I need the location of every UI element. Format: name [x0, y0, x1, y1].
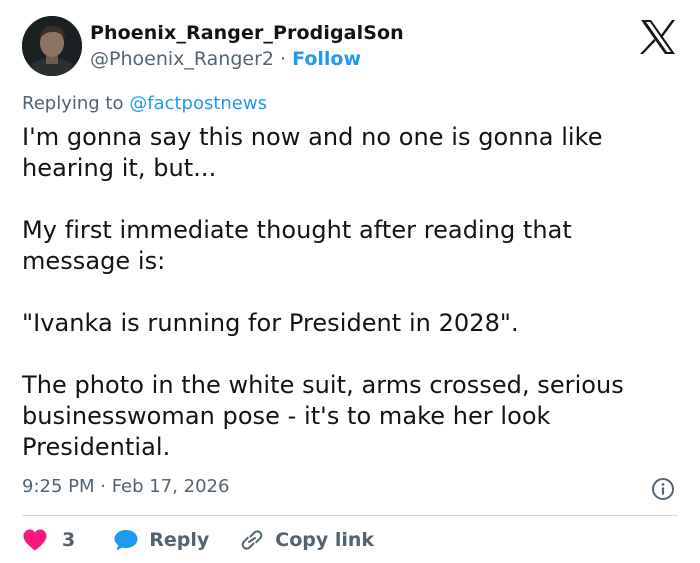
info-icon[interactable]	[651, 477, 675, 501]
heart-icon	[23, 529, 47, 551]
replying-prefix: Replying to	[22, 93, 130, 114]
speech-bubble-icon	[114, 530, 138, 551]
avatar[interactable]	[22, 16, 82, 76]
follow-button[interactable]: Follow	[292, 48, 361, 70]
copy-link-label: Copy link	[275, 529, 375, 551]
tweet-timestamp[interactable]: 9:25 PM · Feb 17, 2026	[22, 476, 229, 497]
author-display-name[interactable]: Phoenix_Ranger_ProdigalSon	[90, 22, 404, 44]
reply-mention-link[interactable]: @factpostnews	[129, 93, 267, 114]
like-count: 3	[62, 529, 76, 551]
tweet-paragraph: I'm gonna say this now and no one is gon…	[22, 123, 603, 182]
author-handle-row: @Phoenix_Ranger2 · Follow	[90, 48, 361, 70]
tweet-paragraph: The photo in the white suit, arms crosse…	[22, 371, 624, 461]
tweet-paragraph: My first immediate thought after reading…	[22, 216, 572, 275]
action-bar: 3 Reply Copy link	[22, 526, 374, 554]
handle-separator: ·	[274, 48, 293, 70]
reply-label: Reply	[149, 529, 210, 551]
reply-button[interactable]: Reply	[113, 528, 209, 552]
copy-link-button[interactable]: Copy link	[239, 528, 374, 552]
like-button[interactable]: 3	[22, 528, 75, 552]
link-icon	[241, 530, 263, 550]
replying-to: Replying to @factpostnews	[22, 93, 267, 114]
author-handle[interactable]: @Phoenix_Ranger2	[90, 48, 274, 70]
tweet-paragraph: "Ivanka is running for President in 2028…	[22, 309, 519, 337]
divider	[22, 515, 678, 516]
x-logo-icon[interactable]	[640, 20, 676, 54]
tweet-text: I'm gonna say this now and no one is gon…	[22, 122, 682, 463]
